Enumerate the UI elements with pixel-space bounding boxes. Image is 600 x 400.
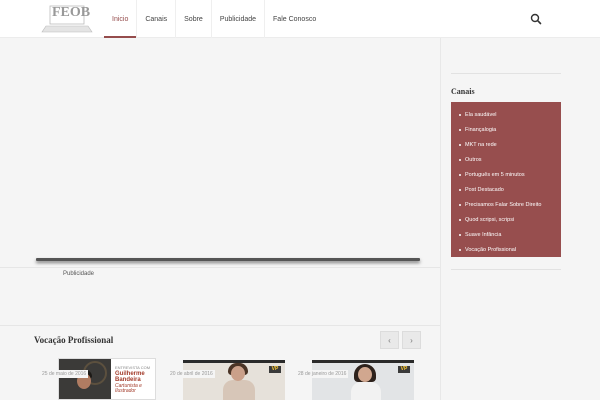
main-content-area: [0, 38, 440, 266]
vp-logo: VP: [398, 366, 410, 373]
section-title: Vocação Profissional: [34, 335, 114, 345]
vp-logo: VP: [269, 366, 281, 373]
face-shape: [231, 366, 245, 381]
canais-item-label: Quod scripsi, scripsi: [465, 216, 515, 223]
post-thumbnail[interactable]: ENTREVISTA COM Guilherme Bandeira Cartun…: [58, 358, 156, 400]
bullet-icon: [459, 113, 461, 116]
face-shape: [358, 367, 372, 382]
bullet-icon: [459, 203, 461, 206]
post-thumbnail[interactable]: VP: [183, 360, 285, 400]
content-divider: [36, 258, 420, 261]
nav-inicio[interactable]: Inicio: [104, 0, 137, 38]
bullet-icon: [459, 188, 461, 191]
thumb-name: Guilherme Bandeira: [115, 371, 145, 383]
canais-item-label: Outros: [465, 156, 482, 163]
canais-item[interactable]: Finançalogia: [451, 122, 561, 137]
chevron-left-icon: ‹: [388, 335, 391, 345]
canais-item-label: Suave Infância: [465, 231, 502, 238]
nav-canais[interactable]: Canais: [136, 0, 175, 38]
bullet-icon: [459, 158, 461, 161]
nav-sobre[interactable]: Sobre: [175, 0, 211, 38]
sidebar-divider: [451, 73, 561, 74]
canais-item[interactable]: Ela saudável: [451, 107, 561, 122]
canais-item[interactable]: Outros: [451, 152, 561, 167]
nav-fale-conosco[interactable]: Fale Conosco: [264, 0, 324, 38]
post-thumbnail[interactable]: VP: [312, 360, 414, 400]
bullet-icon: [459, 233, 461, 236]
site-header: FEOB Inicio Canais Sobre Publicidade Fal…: [0, 0, 600, 38]
bullet-icon: [459, 248, 461, 251]
bullet-icon: [459, 218, 461, 221]
canais-item-label: Ela saudável: [465, 111, 497, 118]
main-nav: Inicio Canais Sobre Publicidade Fale Con…: [104, 0, 324, 38]
section-divider: [0, 325, 440, 326]
post-date: 28 de janeiro de 2016: [296, 370, 349, 378]
canais-item[interactable]: Português em 5 minutos: [451, 167, 561, 182]
post-date: 25 de maio de 2016: [40, 370, 89, 378]
site-logo[interactable]: FEOB: [40, 4, 94, 34]
thumb-small-text: ENTREVISTA COM: [115, 365, 151, 370]
canais-item-label: Post Destacado: [465, 186, 504, 193]
canais-item-label: Português em 5 minutos: [465, 171, 525, 178]
canais-list: Ela saudável Finançalogia MKT na rede Ou…: [451, 102, 561, 257]
search-icon[interactable]: [528, 11, 544, 27]
sidebar-divider: [451, 269, 561, 270]
bullet-icon: [459, 143, 461, 146]
person-photo: [59, 359, 111, 399]
canais-item-label: Vocação Profissional: [465, 246, 517, 253]
sidebar-title: Canais: [451, 87, 475, 96]
thumb-bar: [312, 360, 414, 363]
canais-item[interactable]: Post Destacado: [451, 182, 561, 197]
carousel-prev-button[interactable]: ‹: [380, 331, 399, 349]
chevron-right-icon: ›: [410, 335, 413, 345]
carousel-next-button[interactable]: ›: [402, 331, 421, 349]
ad-label: Publicidade: [63, 271, 95, 277]
canais-item-label: Precisamos Falar Sobre Direito: [465, 201, 542, 208]
bullet-icon: [459, 173, 461, 176]
canais-item[interactable]: Quod scripsi, scripsi: [451, 212, 561, 227]
canais-item[interactable]: Precisamos Falar Sobre Direito: [451, 197, 561, 212]
divider: [0, 267, 440, 268]
post-date: 20 de abril de 2016: [168, 370, 215, 378]
logo-text: FEOB: [52, 5, 91, 20]
nav-publicidade[interactable]: Publicidade: [210, 0, 264, 38]
thumb-role: Cartunista e Ilustrador: [115, 383, 142, 394]
sidebar-separator: [440, 38, 441, 400]
canais-item[interactable]: Suave Infância: [451, 227, 561, 242]
bullet-icon: [459, 128, 461, 131]
canais-item-label: MKT na rede: [465, 141, 497, 148]
body-shape: [351, 382, 381, 400]
canais-item[interactable]: MKT na rede: [451, 137, 561, 152]
canais-item-label: Finançalogia: [465, 126, 497, 133]
canais-item[interactable]: Vocação Profissional: [451, 242, 561, 257]
body-shape: [223, 380, 255, 400]
